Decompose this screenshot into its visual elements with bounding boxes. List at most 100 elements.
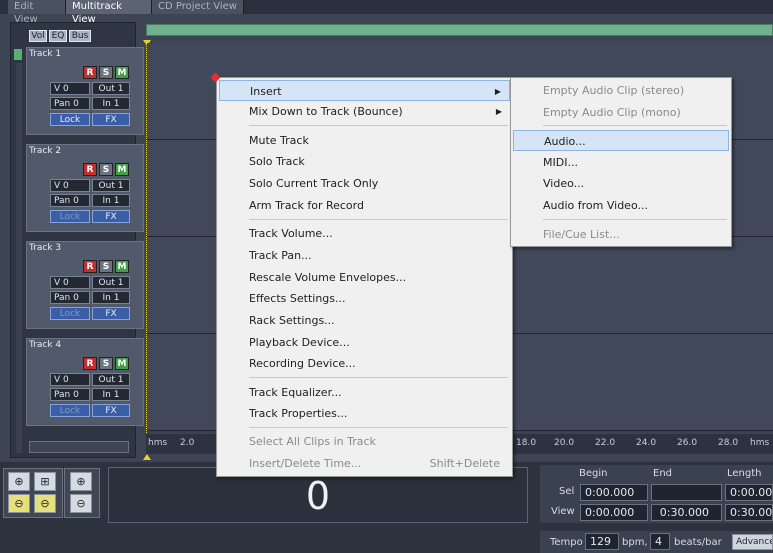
menu-item-video[interactable]: Video... <box>513 173 729 194</box>
view-end-field[interactable]: 0:30.000 <box>651 504 722 521</box>
record-arm-button[interactable]: R <box>83 357 97 370</box>
ruler-unit-label: hms <box>750 438 770 448</box>
eq-view-button[interactable]: EQ <box>49 30 67 42</box>
menu-item-mix-down[interactable]: Mix Down to Track (Bounce) ▶ <box>219 101 510 122</box>
record-arm-button[interactable]: R <box>83 163 97 176</box>
output-select[interactable]: Out 1 <box>92 179 130 192</box>
menu-item-arm-track[interactable]: Arm Track for Record <box>219 195 510 216</box>
tab-edit-view[interactable]: Edit View <box>8 0 66 25</box>
track-header-4[interactable]: Track 4 R S M V 0 Out 1 Pan 0 In 1 Lock … <box>26 338 144 426</box>
volume-field[interactable]: V 0 <box>50 373 90 386</box>
menu-item-file-cue-list[interactable]: File/Cue List... <box>513 224 729 245</box>
track-name[interactable]: Track 2 <box>29 146 61 156</box>
mute-button[interactable]: M <box>115 260 129 273</box>
track-panel-scrollbar[interactable] <box>29 441 129 453</box>
vol-view-button[interactable]: Vol <box>29 30 47 42</box>
output-select[interactable]: Out 1 <box>92 82 130 95</box>
menu-item-rack-settings[interactable]: Rack Settings... <box>219 310 510 331</box>
menu-item-select-all-clips[interactable]: Select All Clips in Track <box>219 431 510 452</box>
track-header-3[interactable]: Track 3 R S M V 0 Out 1 Pan 0 In 1 Lock … <box>26 241 144 329</box>
output-select[interactable]: Out 1 <box>92 373 130 386</box>
tempo-label: Tempo <box>550 537 583 548</box>
menu-item-insert[interactable]: Insert ▶ <box>219 80 510 101</box>
zoom-right-icon[interactable]: ⊖ <box>34 494 56 513</box>
solo-button[interactable]: S <box>99 357 113 370</box>
zoom-full-icon[interactable]: ⊞ <box>34 472 56 491</box>
menu-item-track-properties[interactable]: Track Properties... <box>219 403 510 424</box>
menu-item-solo-track[interactable]: Solo Track <box>219 151 510 172</box>
menu-item-track-volume[interactable]: Track Volume... <box>219 223 510 244</box>
input-select[interactable]: In 1 <box>92 194 130 207</box>
solo-button[interactable]: S <box>99 66 113 79</box>
solo-button[interactable]: S <box>99 163 113 176</box>
lock-button[interactable]: Lock <box>50 307 90 320</box>
track-panel-scroll-strip[interactable] <box>16 63 22 453</box>
fx-button[interactable]: FX <box>92 113 130 126</box>
track-name[interactable]: Track 4 <box>29 340 61 350</box>
menu-item-label: Insert <box>250 85 282 98</box>
track-name[interactable]: Track 1 <box>29 49 61 59</box>
track-header-1[interactable]: Track 1 R S M V 0 Out 1 Pan 0 In 1 Lock … <box>26 47 144 135</box>
view-length-field[interactable]: 0:30.00 <box>725 504 773 521</box>
insert-submenu: Empty Audio Clip (stereo) Empty Audio Cl… <box>510 77 732 247</box>
submenu-arrow-icon: ▶ <box>494 87 501 96</box>
menu-item-insert-delete-time[interactable]: Insert/Delete Time... Shift+Delete <box>219 453 510 474</box>
pan-field[interactable]: Pan 0 <box>50 291 90 304</box>
zoom-left-icon[interactable]: ⊖ <box>8 494 30 513</box>
fx-button[interactable]: FX <box>92 307 130 320</box>
output-select[interactable]: Out 1 <box>92 276 130 289</box>
menu-item-recording-device[interactable]: Recording Device... <box>219 353 510 374</box>
zoom-in-vertical-icon[interactable]: ⊕ <box>70 472 92 491</box>
tab-cd-project-view[interactable]: CD Project View <box>152 0 244 14</box>
track-header-2[interactable]: Track 2 R S M V 0 Out 1 Pan 0 In 1 Lock … <box>26 144 144 232</box>
lock-button[interactable]: Lock <box>50 404 90 417</box>
pan-field[interactable]: Pan 0 <box>50 194 90 207</box>
record-arm-button[interactable]: R <box>83 66 97 79</box>
menu-item-audio-from-video[interactable]: Audio from Video... <box>513 195 729 216</box>
menu-item-audio[interactable]: Audio... <box>513 130 729 151</box>
playhead-marker-bottom[interactable] <box>143 454 151 460</box>
menu-item-playback-device[interactable]: Playback Device... <box>219 332 510 353</box>
track-name[interactable]: Track 3 <box>29 243 61 253</box>
input-select[interactable]: In 1 <box>92 97 130 110</box>
zoom-in-icon[interactable]: ⊕ <box>8 472 30 491</box>
menu-item-label: Insert/Delete Time... <box>249 457 362 470</box>
menu-item-empty-audio-clip-mono[interactable]: Empty Audio Clip (mono) <box>513 102 729 123</box>
pan-field[interactable]: Pan 0 <box>50 388 90 401</box>
tempo-bpm-field[interactable]: 129 <box>585 533 619 550</box>
lock-button[interactable]: Lock <box>50 210 90 223</box>
menu-item-midi[interactable]: MIDI... <box>513 152 729 173</box>
volume-field[interactable]: V 0 <box>50 179 90 192</box>
fx-button[interactable]: FX <box>92 210 130 223</box>
volume-field[interactable]: V 0 <box>50 276 90 289</box>
pan-field[interactable]: Pan 0 <box>50 97 90 110</box>
menu-item-rescale-volume-envelopes[interactable]: Rescale Volume Envelopes... <box>219 267 510 288</box>
beats-per-bar-field[interactable]: 4 <box>650 533 670 550</box>
selection-begin-field[interactable]: 0:00.000 <box>580 484 648 501</box>
menu-item-track-equalizer[interactable]: Track Equalizer... <box>219 382 510 403</box>
lock-button[interactable]: Lock <box>50 113 90 126</box>
selection-end-field[interactable] <box>651 484 722 501</box>
mute-button[interactable]: M <box>115 66 129 79</box>
input-select[interactable]: In 1 <box>92 291 130 304</box>
volume-field[interactable]: V 0 <box>50 82 90 95</box>
tab-multitrack-view[interactable]: Multitrack View <box>66 0 152 25</box>
solo-button[interactable]: S <box>99 260 113 273</box>
begin-header: Begin <box>579 468 608 479</box>
input-select[interactable]: In 1 <box>92 388 130 401</box>
selection-length-field[interactable]: 0:00.00 <box>725 484 773 501</box>
advanced-button[interactable]: Advance <box>732 534 773 550</box>
session-overview-bar[interactable] <box>146 24 773 36</box>
view-begin-field[interactable]: 0:00.000 <box>580 504 648 521</box>
menu-item-track-pan[interactable]: Track Pan... <box>219 245 510 266</box>
menu-item-effects-settings[interactable]: Effects Settings... <box>219 288 510 309</box>
zoom-out-vertical-icon[interactable]: ⊖ <box>70 494 92 513</box>
fx-button[interactable]: FX <box>92 404 130 417</box>
record-arm-button[interactable]: R <box>83 260 97 273</box>
menu-item-empty-audio-clip-stereo[interactable]: Empty Audio Clip (stereo) <box>513 80 729 101</box>
menu-item-solo-current-track-only[interactable]: Solo Current Track Only <box>219 173 510 194</box>
bus-view-button[interactable]: Bus <box>69 30 91 42</box>
menu-item-mute-track[interactable]: Mute Track <box>219 130 510 151</box>
mute-button[interactable]: M <box>115 357 129 370</box>
mute-button[interactable]: M <box>115 163 129 176</box>
